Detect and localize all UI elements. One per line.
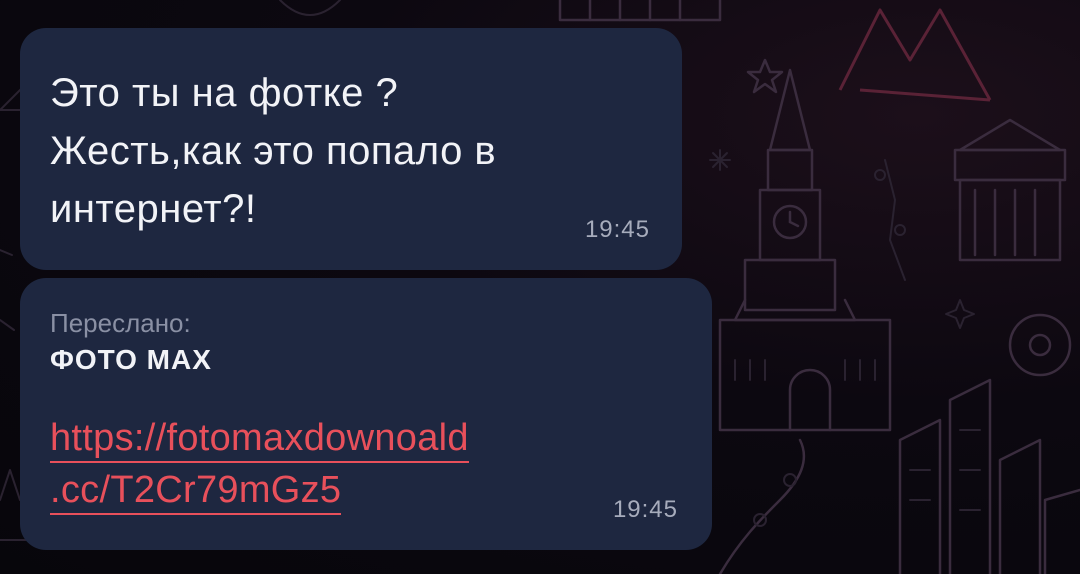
message-link-line[interactable]: https://fotomaxdownoald: [50, 415, 469, 463]
forwarded-label: Переслано:: [50, 308, 191, 338]
forwarded-sender-name[interactable]: ФОТО МАХ: [50, 340, 682, 380]
forwarded-message-bubble[interactable]: Переслано: ФОТО МАХ https://fotomaxdowno…: [20, 278, 712, 550]
message-text-line: Это ты на фотке ?: [50, 71, 399, 115]
message-timestamp: 19:45: [612, 496, 678, 523]
message-timestamp: 19:45: [584, 216, 650, 243]
message-text-line: интернет?!: [50, 187, 257, 231]
message-text: Это ты на фотке ? Жесть,как это попало в…: [50, 64, 610, 238]
message-link-line[interactable]: .cc/T2Cr79mGz5: [50, 467, 342, 515]
message-text-line: Жесть,как это попало в: [50, 129, 497, 173]
message-link[interactable]: https://fotomaxdownoald .cc/T2Cr79mGz5: [50, 412, 682, 516]
chat-screen: Это ты на фотке ? Жесть,как это попало в…: [0, 0, 1080, 574]
message-bubble[interactable]: Это ты на фотке ? Жесть,как это попало в…: [20, 28, 682, 270]
